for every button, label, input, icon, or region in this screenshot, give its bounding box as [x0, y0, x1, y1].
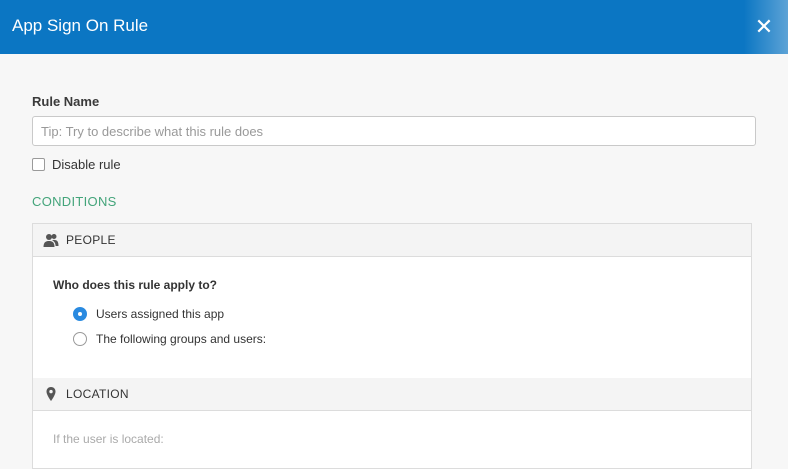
location-subtext: If the user is located: [53, 432, 164, 446]
people-panel: PEOPLE Who does this rule apply to? User… [32, 223, 752, 380]
disable-rule-label: Disable rule [52, 156, 121, 172]
location-panel: LOCATION If the user is located: [32, 378, 752, 469]
people-question: Who does this rule apply to? [53, 278, 218, 292]
dialog-header: App Sign On Rule ✕ [0, 0, 788, 54]
radio-label: The following groups and users: [96, 332, 267, 346]
people-panel-header: PEOPLE [33, 224, 751, 257]
dialog-title: App Sign On Rule [12, 16, 149, 35]
people-header-label: PEOPLE [66, 233, 116, 247]
location-pin-icon [46, 387, 56, 401]
people-icon [43, 234, 59, 247]
location-header-label: LOCATION [66, 387, 129, 401]
radio-button[interactable] [73, 332, 87, 346]
close-icon[interactable]: ✕ [754, 16, 774, 38]
conditions-heading: CONDITIONS [32, 194, 117, 209]
disable-rule-row[interactable]: Disable rule [32, 156, 121, 172]
radio-label: Users assigned this app [96, 307, 225, 321]
rule-name-input[interactable] [32, 116, 756, 146]
radio-button-selected[interactable] [73, 307, 87, 321]
location-panel-header: LOCATION [33, 378, 751, 411]
disable-rule-checkbox[interactable] [32, 157, 45, 171]
radio-groups-and-users[interactable]: The following groups and users: [73, 331, 266, 347]
radio-users-assigned[interactable]: Users assigned this app [73, 306, 224, 322]
rule-name-label: Rule Name [32, 94, 100, 109]
